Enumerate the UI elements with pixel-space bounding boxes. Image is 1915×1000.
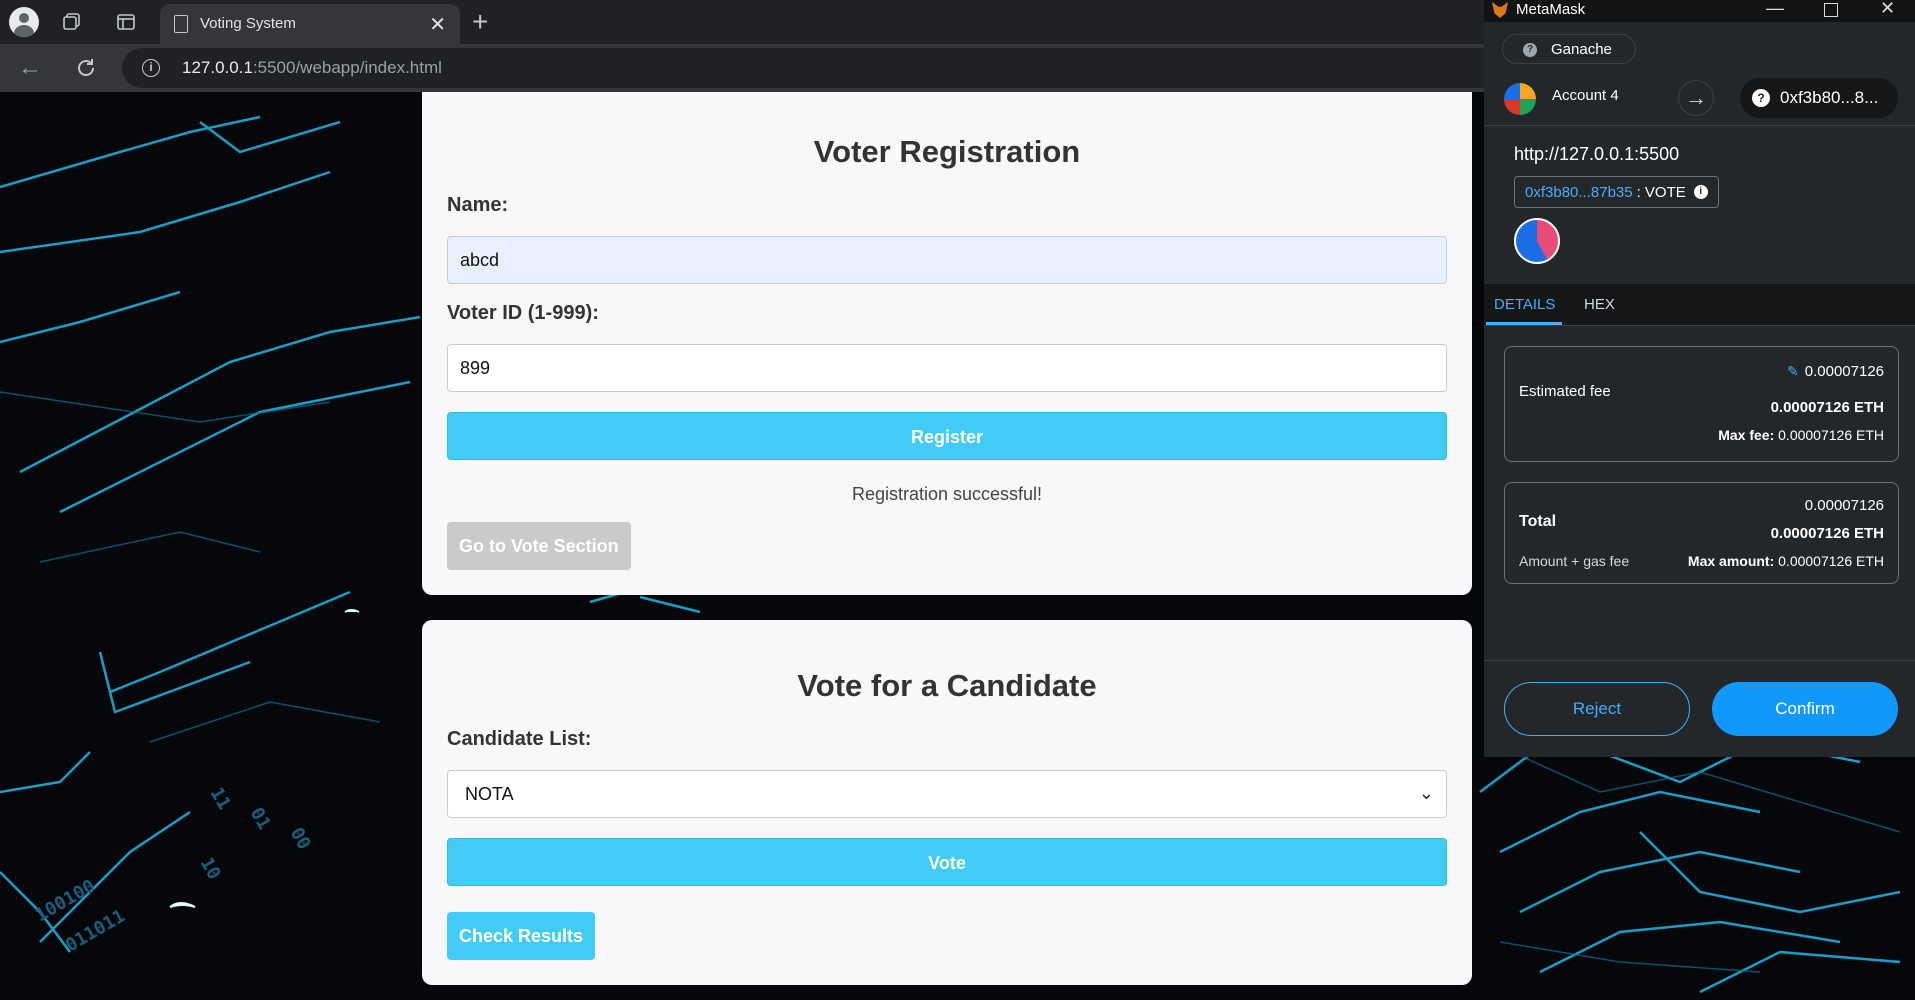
active-tab[interactable]: Voting System ✕ [160, 4, 460, 44]
account-name: Account 4 [1552, 87, 1619, 104]
info-icon[interactable]: i [1693, 185, 1708, 199]
max-fee-row: Max fee: 0.00007126 ETH [1718, 427, 1884, 443]
active-tab-underline [1486, 322, 1562, 325]
estimated-fee-eth: 0.00007126 ETH [1770, 399, 1884, 416]
name-label: Name: [447, 194, 509, 216]
candidate-select-value: NOTA [465, 783, 514, 804]
candidate-list-label: Candidate List: [447, 728, 592, 750]
recipient-address-pill[interactable]: ? 0xf3b80...8... [1740, 78, 1898, 118]
vote-button[interactable]: Vote [447, 838, 1447, 886]
chevron-down-icon: ⌄ [1418, 783, 1434, 803]
check-results-button[interactable]: Check Results [447, 912, 596, 960]
minimize-icon[interactable]: — [1766, 0, 1784, 19]
metamask-fox-icon [1492, 2, 1508, 18]
estimated-fee-row[interactable]: ✎ 0.00007126 [1785, 363, 1884, 380]
max-fee-value: 0.00007126 ETH [1778, 427, 1884, 443]
metamask-popup: MetaMask — ✕ ? Ganache Account 4 → ? 0xf… [1484, 0, 1915, 757]
network-question-icon: ? [1523, 43, 1537, 57]
profile-avatar-icon[interactable] [9, 7, 39, 37]
total-box: Total 0.00007126 0.00007126 ETH Amount +… [1504, 482, 1899, 584]
recipient-address: 0xf3b80...8... [1780, 88, 1879, 107]
svg-text:10: 10 [196, 854, 225, 883]
close-window-icon[interactable]: ✕ [1880, 0, 1895, 19]
register-button[interactable]: Register [447, 412, 1447, 460]
request-origin: http://127.0.0.1:5500 [1514, 144, 1680, 164]
estimated-fee-box: Estimated fee ✎ 0.00007126 0.00007126 ETH… [1504, 346, 1899, 462]
vote-title: Vote for a Candidate [797, 668, 1097, 703]
total-label: Total [1519, 513, 1557, 530]
max-fee-label: Max fee: [1718, 427, 1775, 443]
url-path: :5500/webapp/index.html [252, 58, 442, 77]
account-avatar-icon [1504, 83, 1536, 115]
svg-text:11: 11 [206, 784, 235, 813]
site-info-icon[interactable]: i [142, 59, 160, 77]
svg-text:011011: 011011 [62, 906, 129, 957]
svg-text:01: 01 [246, 804, 275, 833]
maximize-icon[interactable] [1824, 3, 1838, 17]
back-arrow-icon[interactable]: ← [16, 54, 44, 82]
recipient-question-icon: ? [1752, 89, 1770, 107]
registration-title: Voter Registration [813, 134, 1081, 169]
contract-method-pill[interactable]: 0xf3b80...87b35 : VOTE i [1514, 176, 1719, 208]
name-input[interactable]: abcd [447, 236, 1447, 284]
contract-address-link[interactable]: 0xf3b80...87b35 [1525, 184, 1633, 201]
arrow-right-icon: → [1678, 80, 1714, 116]
metamask-titlebar: MetaMask — ✕ [1484, 0, 1915, 22]
max-amount-label: Max amount: [1687, 553, 1775, 569]
total-value: 0.00007126 [1804, 497, 1884, 514]
workspaces-icon[interactable] [58, 8, 86, 36]
contract-identicon-icon [1514, 218, 1560, 264]
new-tab-icon[interactable]: + [472, 6, 488, 38]
vertical-tabs-icon[interactable] [112, 8, 140, 36]
metamask-window-title: MetaMask [1516, 1, 1586, 18]
estimated-fee-label: Estimated fee [1519, 383, 1611, 400]
network-name: Ganache [1551, 41, 1612, 58]
url-host: 127.0.0.1 [182, 58, 253, 77]
page-icon [174, 15, 188, 33]
contract-method: : VOTE [1636, 183, 1686, 201]
tab-hex[interactable]: HEX [1584, 296, 1615, 313]
edit-pencil-icon[interactable]: ✎ [1785, 363, 1799, 379]
footer-divider [1484, 660, 1915, 661]
reject-button[interactable]: Reject [1504, 682, 1690, 736]
tab-details[interactable]: DETAILS [1494, 296, 1555, 313]
go-to-vote-section-button[interactable]: Go to Vote Section [447, 522, 631, 570]
candidate-select[interactable]: NOTA ⌄ [447, 770, 1447, 818]
voter-registration-card: Voter Registration Name: abcd Voter ID (… [422, 92, 1472, 595]
estimated-fee-value: 0.00007126 [1804, 363, 1884, 380]
confirm-button[interactable]: Confirm [1712, 682, 1898, 736]
total-eth: 0.00007126 ETH [1770, 525, 1884, 542]
svg-text:100100: 100100 [32, 876, 99, 927]
account-row: Account 4 → ? 0xf3b80...8... [1484, 70, 1915, 126]
registration-status-message: Registration successful! [851, 484, 1043, 504]
svg-text:00: 00 [286, 824, 315, 853]
amount-gas-label: Amount + gas fee [1519, 553, 1630, 569]
network-selector[interactable]: ? Ganache [1502, 34, 1636, 64]
address-bar[interactable]: i 127.0.0.1:5500/webapp/index.html [122, 48, 1542, 88]
max-amount-value: 0.00007126 ETH [1778, 553, 1884, 569]
details-tabs: DETAILS HEX [1484, 284, 1915, 326]
max-amount-row: Max amount: 0.00007126 ETH [1688, 553, 1884, 569]
url-text[interactable]: 127.0.0.1:5500/webapp/index.html [182, 58, 442, 78]
reload-icon[interactable] [72, 54, 100, 82]
tab-title: Voting System [200, 15, 296, 32]
vote-card: Vote for a Candidate Candidate List: NOT… [422, 620, 1472, 985]
close-tab-icon[interactable]: ✕ [429, 12, 446, 37]
voter-id-input[interactable]: 899 [447, 344, 1447, 392]
voter-id-label: Voter ID (1-999): [447, 302, 599, 324]
